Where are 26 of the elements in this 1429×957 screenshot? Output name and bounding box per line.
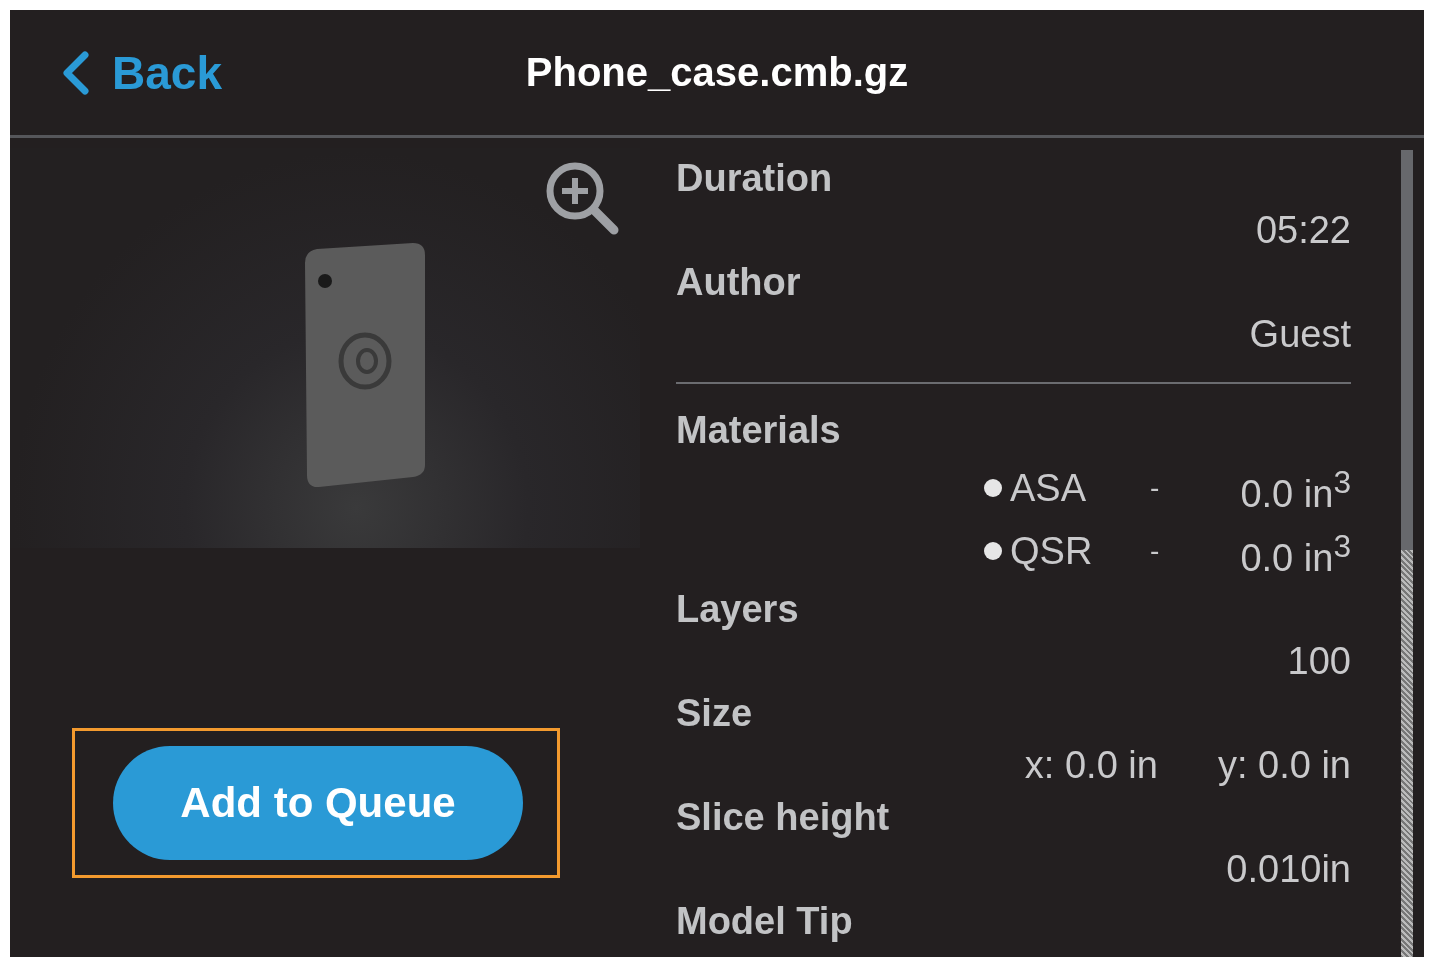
detail-label: Size [676, 691, 754, 737]
bullet-icon [984, 478, 1002, 497]
detail-value: 100 [1286, 639, 1351, 685]
material-amount: 0.0 in$^{3}$ [1239, 526, 1351, 581]
dash-separator: - [1150, 470, 1161, 505]
back-button[interactable]: Back [60, 45, 222, 100]
size-x-value: x: 0.0 in [1024, 743, 1158, 789]
material-name: QSR [1010, 529, 1094, 575]
dash-separator: - [1150, 534, 1161, 569]
detail-label: Layers [676, 587, 800, 633]
material-amount: 0.0 in$^{3}$ [1239, 463, 1351, 517]
bullet-icon [984, 542, 1002, 561]
material-name: ASA [1010, 465, 1088, 511]
detail-label: Slice height [676, 795, 891, 841]
detail-label: Author [676, 260, 802, 305]
file-title: Phone_case.cmb.gz [525, 50, 909, 95]
detail-value: Guest [1248, 312, 1351, 357]
detail-value: 05:22 [1254, 208, 1351, 253]
size-y-value: y: 0.0 in [1217, 743, 1351, 789]
chevron-left-icon [60, 50, 90, 95]
scrollbar-thumb[interactable] [1401, 150, 1413, 550]
detail-label: Model Tip [676, 899, 854, 945]
detail-label: Materials [676, 408, 842, 453]
detail-value: 0.010in [1225, 847, 1351, 893]
add-to-queue-button[interactable]: Add to Queue [113, 746, 523, 860]
detail-label: Duration [676, 156, 834, 201]
